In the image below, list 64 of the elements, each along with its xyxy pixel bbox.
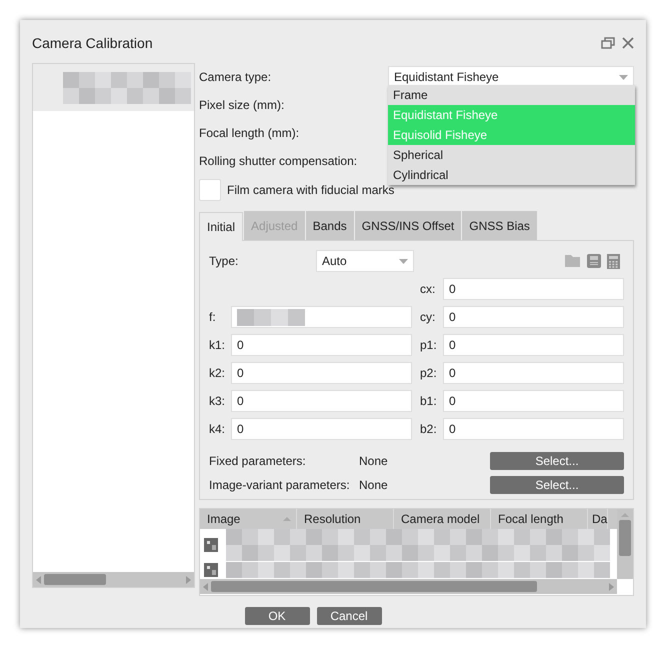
tab[interactable]: GNSS Bias bbox=[462, 211, 537, 240]
parameter-label: b2: bbox=[419, 422, 438, 436]
scroll-left-icon[interactable] bbox=[203, 582, 208, 590]
field-label: Fixed parameters: bbox=[209, 454, 307, 468]
field-label: Rolling shutter compensation: bbox=[199, 154, 358, 168]
camera-list-item[interactable] bbox=[33, 64, 194, 111]
parameter-label: k2: bbox=[209, 366, 226, 380]
vertical-scrollbar[interactable] bbox=[617, 509, 633, 579]
parameter-label: cy: bbox=[419, 310, 436, 324]
parameter-field[interactable]: 0 bbox=[443, 278, 624, 300]
select-button[interactable]: Select... bbox=[490, 452, 624, 470]
parameter-field[interactable]: 0 bbox=[443, 334, 624, 356]
save-icon[interactable] bbox=[587, 254, 601, 268]
parameter-label: k4: bbox=[209, 422, 226, 436]
parameter-label: f: bbox=[209, 310, 217, 324]
tab[interactable]: GNSS/INS Offset bbox=[354, 211, 462, 240]
parameter-label: k3: bbox=[209, 394, 226, 408]
caret-icon bbox=[399, 258, 408, 264]
parameter-label: b1: bbox=[419, 394, 438, 408]
select-button[interactable]: Select... bbox=[490, 476, 624, 494]
parameter-field[interactable]: 0 bbox=[443, 362, 624, 384]
parameter-field[interactable]: 0 bbox=[443, 390, 624, 412]
field-label: Focal length (mm): bbox=[199, 126, 300, 140]
parameter-field[interactable]: 0 bbox=[443, 418, 624, 440]
field-value: None bbox=[359, 478, 389, 492]
dropdown-option[interactable]: Spherical bbox=[388, 145, 635, 165]
dialog-button[interactable]: Cancel bbox=[316, 607, 382, 625]
scroll-right-icon[interactable] bbox=[609, 582, 614, 590]
parameter-label: k1: bbox=[209, 338, 226, 352]
close-icon[interactable] bbox=[622, 36, 634, 48]
parameter-label: cx: bbox=[419, 282, 436, 296]
tab[interactable]: Initial bbox=[199, 212, 244, 241]
redacted-block bbox=[237, 308, 305, 326]
tab[interactable]: Bands bbox=[306, 211, 354, 240]
type-dropdown[interactable]: Auto bbox=[316, 250, 414, 272]
parameter-field[interactable] bbox=[231, 306, 412, 328]
field-label: Camera type: bbox=[199, 70, 272, 84]
restore-icon[interactable] bbox=[601, 36, 616, 48]
field-value: None bbox=[359, 454, 389, 468]
image-icon bbox=[204, 538, 218, 552]
field-label: Image-variant parameters: bbox=[209, 478, 351, 492]
window-title: Camera Calibration bbox=[32, 34, 154, 50]
parameter-field[interactable]: 0 bbox=[443, 306, 624, 328]
field-label: Pixel size (mm): bbox=[199, 98, 284, 112]
parameter-field[interactable]: 0 bbox=[231, 334, 412, 356]
calculator-icon[interactable] bbox=[607, 254, 620, 268]
horizontal-scrollbar[interactable] bbox=[200, 579, 617, 594]
parameter-label: p2: bbox=[419, 366, 438, 380]
scroll-right-icon[interactable] bbox=[186, 576, 191, 584]
field-label: Type: bbox=[209, 254, 240, 268]
parameter-label: p1: bbox=[419, 338, 438, 352]
parameter-field[interactable]: 0 bbox=[231, 390, 412, 412]
parameter-field[interactable]: 0 bbox=[231, 418, 412, 440]
dropdown-option[interactable]: Cylindrical bbox=[388, 165, 635, 185]
parameter-field[interactable]: 0 bbox=[231, 362, 412, 384]
folder-icon[interactable] bbox=[565, 254, 581, 266]
caret-icon bbox=[619, 74, 628, 80]
checkbox-label: Film camera with fiducial marks bbox=[227, 183, 394, 197]
horizontal-scrollbar[interactable] bbox=[33, 572, 194, 587]
dropdown-option[interactable]: Frame bbox=[388, 85, 635, 105]
dialog-button[interactable]: OK bbox=[244, 607, 310, 625]
checkbox[interactable] bbox=[199, 179, 221, 201]
scroll-left-icon[interactable] bbox=[36, 576, 41, 584]
image-icon bbox=[204, 563, 218, 577]
